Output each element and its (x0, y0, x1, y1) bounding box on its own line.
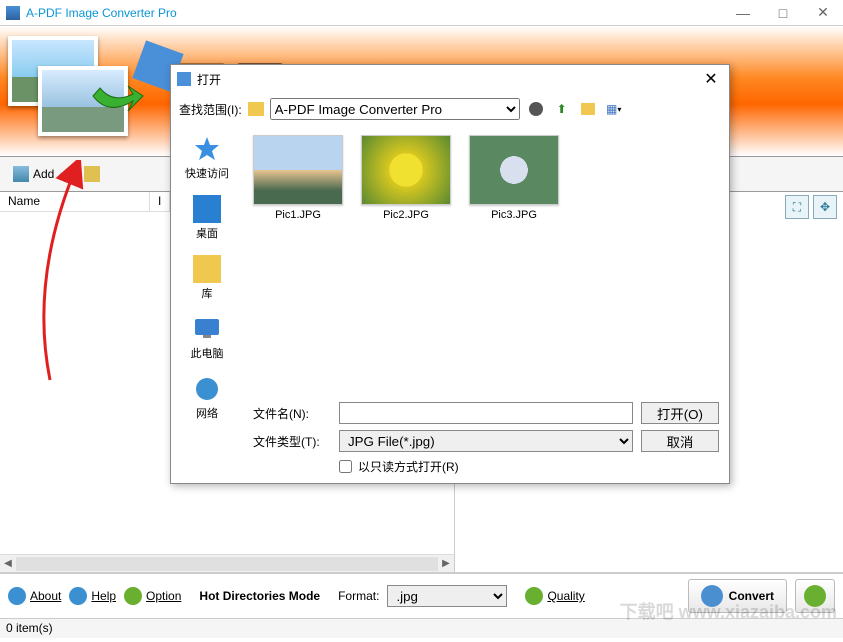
convert-icon (701, 585, 723, 607)
dialog-title: 打开 (197, 71, 699, 88)
bottom-bar: About Help Option Hot Directories Mode F… (0, 572, 843, 618)
quality-icon (525, 587, 543, 605)
fit-icon: ⛶ (793, 200, 801, 215)
col-imagesize[interactable]: I (150, 192, 170, 211)
fit-button[interactable]: ⛶ (785, 195, 809, 219)
desktop-icon (193, 195, 221, 223)
minimize-button[interactable]: — (723, 0, 763, 26)
network-icon (193, 375, 221, 403)
filename-label: 文件名(N): (253, 405, 331, 422)
file-item[interactable]: Pic1.JPG (253, 135, 343, 221)
up-folder-icon: ⬆ (557, 102, 567, 116)
readonly-checkbox[interactable] (339, 460, 352, 473)
quality-button[interactable]: Quality (525, 587, 584, 605)
sidebar-library[interactable]: 库 (189, 251, 225, 305)
sidebar-desktop[interactable]: 桌面 (189, 191, 225, 245)
file-thumbnail (469, 135, 559, 205)
mode-label[interactable]: Hot Directories Mode (199, 589, 320, 603)
star-icon (193, 135, 221, 163)
add-folder-icon (84, 166, 100, 182)
file-name: Pic1.JPG (275, 209, 321, 221)
option-button[interactable]: Option (124, 587, 181, 605)
status-bar: 0 item(s) (0, 618, 843, 638)
readonly-label: 以只读方式打开(R) (358, 458, 459, 475)
add-button[interactable]: Add ▾ (6, 161, 73, 187)
maximize-button[interactable]: □ (763, 0, 803, 26)
scroll-right-icon[interactable]: ▶ (438, 558, 454, 569)
format-select[interactable]: .jpg (387, 585, 507, 607)
info-icon (8, 587, 26, 605)
monitor-icon (193, 315, 221, 343)
sidebar-quick-access[interactable]: 快速访问 (181, 131, 233, 185)
gear-icon (124, 587, 142, 605)
file-browser[interactable]: Pic1.JPG Pic2.JPG Pic3.JPG (243, 125, 729, 394)
file-thumbnail (361, 135, 451, 205)
dialog-bottom: 文件名(N): 打开(O) 文件类型(T): JPG File(*.jpg) 取… (243, 394, 729, 483)
view-menu-button[interactable]: ▦▾ (604, 99, 624, 119)
dialog-titlebar: 打开 ✕ (171, 65, 729, 93)
actual-size-icon: ✥ (820, 200, 830, 214)
upload-icon (804, 585, 826, 607)
add-label: Add (33, 167, 54, 181)
file-item[interactable]: Pic2.JPG (361, 135, 451, 221)
new-folder-button[interactable] (578, 99, 598, 119)
titlebar: A-PDF Image Converter Pro — □ ✕ (0, 0, 843, 26)
hscrollbar[interactable]: ◀ ▶ (0, 554, 454, 572)
up-button[interactable]: ⬆ (552, 99, 572, 119)
view-icon: ▦ (606, 102, 617, 116)
add-folder-button[interactable] (77, 161, 107, 187)
open-file-dialog: 打开 ✕ 查找范围(I): A-PDF Image Converter Pro … (170, 64, 730, 484)
lookin-row: 查找范围(I): A-PDF Image Converter Pro ⬆ ▦▾ (171, 93, 729, 125)
lookin-select[interactable]: A-PDF Image Converter Pro (270, 98, 520, 120)
back-icon (529, 102, 543, 116)
file-thumbnail (253, 135, 343, 205)
about-button[interactable]: About (8, 587, 61, 605)
col-name[interactable]: Name (0, 192, 150, 211)
lookin-label: 查找范围(I): (179, 101, 242, 118)
new-folder-icon (581, 103, 595, 115)
chevron-down-icon: ▾ (58, 170, 66, 179)
scroll-left-icon[interactable]: ◀ (0, 558, 16, 569)
folder-icon (248, 102, 264, 116)
file-item[interactable]: Pic3.JPG (469, 135, 559, 221)
actual-size-button[interactable]: ✥ (813, 195, 837, 219)
banner-illustration (8, 36, 168, 146)
file-name: Pic3.JPG (491, 209, 537, 221)
library-icon (193, 255, 221, 283)
cancel-button[interactable]: 取消 (641, 430, 719, 452)
item-count: 0 item(s) (6, 621, 53, 635)
sidebar-network[interactable]: 网络 (189, 371, 225, 425)
upload-button[interactable] (795, 579, 835, 613)
sidebar-thispc[interactable]: 此电脑 (187, 311, 228, 365)
app-icon (6, 6, 20, 20)
filetype-select[interactable]: JPG File(*.jpg) (339, 430, 633, 452)
format-label: Format: (338, 589, 379, 603)
open-button[interactable]: 打开(O) (641, 402, 719, 424)
back-button[interactable] (526, 99, 546, 119)
dialog-close-button[interactable]: ✕ (699, 67, 723, 91)
chevron-down-icon: ▾ (617, 105, 621, 114)
filetype-label: 文件类型(T): (253, 433, 331, 450)
dialog-icon (177, 72, 191, 86)
add-image-icon (13, 166, 29, 182)
close-button[interactable]: ✕ (803, 0, 843, 26)
window-title: A-PDF Image Converter Pro (26, 6, 723, 20)
help-button[interactable]: Help (69, 587, 116, 605)
file-name: Pic2.JPG (383, 209, 429, 221)
filename-input[interactable] (339, 402, 633, 424)
dialog-sidebar: 快速访问 桌面 库 此电脑 网络 (171, 125, 243, 483)
help-icon (69, 587, 87, 605)
convert-button[interactable]: Convert (688, 579, 787, 613)
